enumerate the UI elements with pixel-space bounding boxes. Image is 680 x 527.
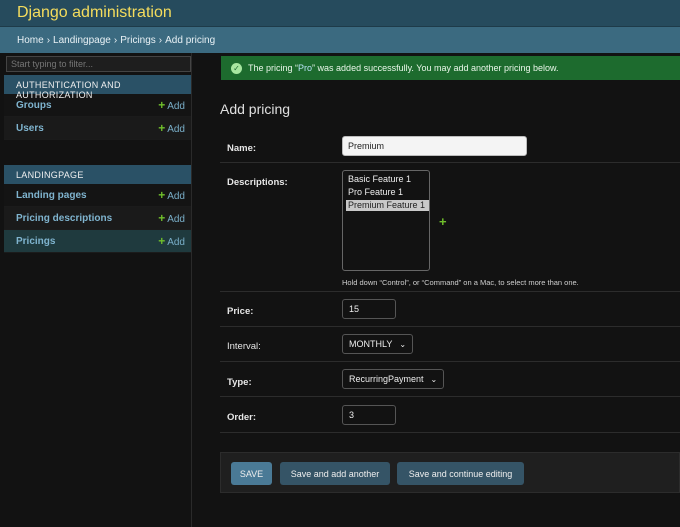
order-label: Order:	[227, 412, 257, 423]
submit-row: SAVE Save and add another Save and conti…	[220, 452, 680, 493]
descriptions-option[interactable]: Pro Feature 1	[346, 187, 429, 198]
type-value: RecurringPayment	[349, 374, 424, 384]
check-circle-icon: ✓	[231, 62, 242, 74]
breadcrumb-home[interactable]: Home	[17, 35, 44, 46]
add-related-description-icon[interactable]: +	[439, 214, 447, 229]
add-landing-pages-link[interactable]: + Add	[158, 188, 185, 202]
success-suffix: ” was added successfully. You may add an…	[312, 63, 559, 73]
sidebar-item-pricing-descriptions-link[interactable]: Pricing descriptions	[16, 213, 112, 224]
form-row-price: Price:	[220, 292, 680, 327]
type-label: Type:	[227, 377, 252, 388]
site-title[interactable]: Django administration	[17, 4, 172, 21]
breadcrumb-landingpage[interactable]: Landingpage	[53, 35, 111, 46]
descriptions-multiselect[interactable]: Basic Feature 1 Pro Feature 1 Premium Fe…	[342, 170, 430, 271]
price-input[interactable]	[342, 299, 396, 319]
plus-icon: +	[158, 121, 166, 135]
add-users-link[interactable]: + Add	[158, 121, 185, 135]
sidebar-item-users-link[interactable]: Users	[16, 123, 44, 134]
save-and-add-another-button[interactable]: Save and add another	[280, 462, 390, 485]
plus-icon: +	[158, 234, 166, 248]
sidebar-item-users: Users + Add	[4, 117, 191, 140]
sidebar-item-landing-pages-link[interactable]: Landing pages	[16, 190, 87, 201]
nav-sidebar: AUTHENTICATION AND AUTHORIZATION Groups …	[4, 53, 192, 527]
module-spacer	[4, 140, 191, 162]
module-auth: AUTHENTICATION AND AUTHORIZATION Groups …	[4, 75, 191, 140]
descriptions-help-text: Hold down “Control”, or “Command” on a M…	[342, 278, 579, 287]
interval-select[interactable]: MONTHLY ⌄	[342, 334, 414, 354]
plus-icon: +	[158, 98, 166, 112]
main-content: ✓ The pricing “Pro” was added successful…	[193, 53, 680, 527]
breadcrumb: Home › Landingpage › Pricings › Add pricing	[0, 27, 680, 53]
name-label: Name:	[227, 143, 257, 154]
form-row-type: Type: RecurringPayment ⌄	[220, 362, 680, 397]
chevron-down-icon: ⌄	[399, 339, 407, 349]
add-label: Add	[167, 214, 185, 225]
descriptions-label: Descriptions:	[227, 177, 288, 188]
success-message: ✓ The pricing “Pro” was added successful…	[221, 56, 680, 80]
plus-icon: +	[158, 211, 166, 225]
add-label: Add	[167, 101, 185, 112]
page-title: Add pricing	[220, 101, 291, 117]
add-label: Add	[167, 237, 185, 248]
nav-filter-input[interactable]	[6, 56, 191, 72]
form-row-interval: Interval: MONTHLY ⌄	[220, 327, 680, 362]
sidebar-item-pricings-link[interactable]: Pricings	[16, 236, 55, 247]
module-caption-landingpage[interactable]: LANDINGPAGE	[4, 165, 191, 184]
form-row-order: Order:	[220, 397, 680, 433]
add-pricing-descriptions-link[interactable]: + Add	[158, 211, 185, 225]
added-object-link[interactable]: Pro	[298, 63, 312, 73]
add-pricings-link[interactable]: + Add	[158, 234, 185, 248]
interval-label: Interval:	[227, 341, 261, 352]
plus-icon: +	[158, 188, 166, 202]
site-header: Django administration	[0, 0, 680, 27]
success-prefix: The pricing “	[248, 63, 299, 73]
sidebar-item-landing-pages: Landing pages + Add	[4, 184, 191, 207]
breadcrumb-current: Add pricing	[165, 35, 216, 46]
form-row-name: Name:	[220, 131, 680, 163]
module-caption-auth[interactable]: AUTHENTICATION AND AUTHORIZATION	[4, 75, 191, 100]
breadcrumb-separator: ›	[158, 35, 163, 46]
form-row-descriptions: Descriptions: Basic Feature 1 Pro Featur…	[220, 163, 680, 292]
interval-value: MONTHLY	[349, 339, 393, 349]
sidebar-item-pricings: Pricings + Add	[4, 230, 191, 253]
save-button[interactable]: SAVE	[231, 462, 272, 485]
order-input[interactable]	[342, 405, 396, 425]
add-label: Add	[167, 124, 185, 135]
add-label: Add	[167, 191, 185, 202]
add-groups-link[interactable]: + Add	[158, 98, 185, 112]
chevron-down-icon: ⌄	[430, 374, 438, 384]
breadcrumb-separator: ›	[46, 35, 51, 46]
save-and-continue-button[interactable]: Save and continue editing	[397, 462, 524, 485]
breadcrumb-pricings[interactable]: Pricings	[120, 35, 156, 46]
type-select[interactable]: RecurringPayment ⌄	[342, 369, 445, 389]
pricing-form: Name: Descriptions: Basic Feature 1 Pro …	[220, 131, 680, 433]
breadcrumb-separator: ›	[113, 35, 118, 46]
module-landingpage: LANDINGPAGE Landing pages + Add Pricing d…	[4, 165, 191, 253]
name-input[interactable]	[342, 136, 527, 156]
descriptions-option-selected[interactable]: Premium Feature 1	[346, 200, 429, 211]
sidebar-item-pricing-descriptions: Pricing descriptions + Add	[4, 207, 191, 230]
price-label: Price:	[227, 306, 254, 317]
success-text: The pricing “Pro” was added successfully…	[248, 63, 559, 73]
descriptions-option[interactable]: Basic Feature 1	[346, 174, 429, 185]
sidebar-item-groups-link[interactable]: Groups	[16, 100, 52, 111]
